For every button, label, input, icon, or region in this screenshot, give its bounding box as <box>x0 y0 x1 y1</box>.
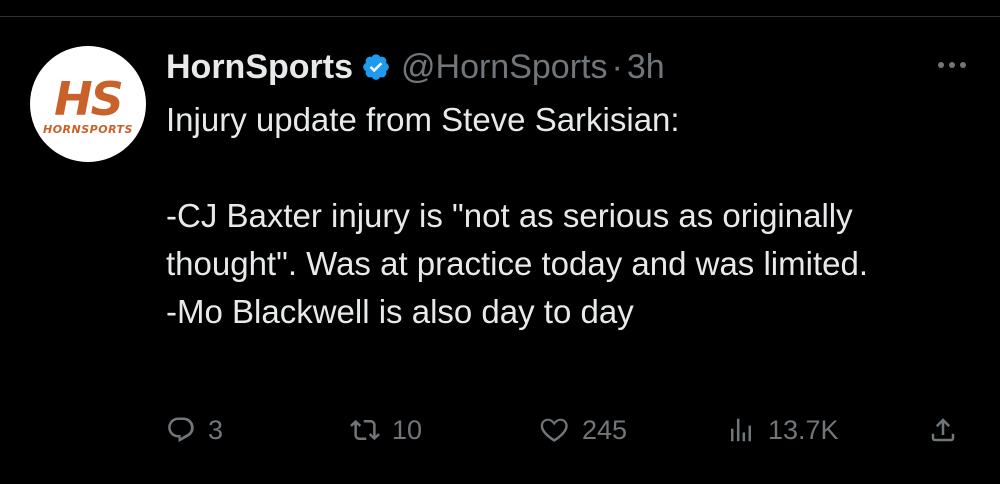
separator-dot: · <box>611 47 623 86</box>
retweet-button[interactable]: 10 <box>350 408 422 452</box>
avatar-logo-monogram: HS <box>54 71 124 126</box>
action-bar: 3 10 245 13.7K <box>166 408 976 452</box>
views-icon <box>731 418 751 442</box>
avatar[interactable]: HS HORNSPORTS <box>30 46 146 162</box>
like-button[interactable]: 245 <box>540 408 627 452</box>
views-button[interactable]: 13.7K <box>726 408 839 452</box>
verified-badge-icon[interactable] <box>361 52 391 82</box>
share-icon <box>931 418 955 442</box>
tweet-header: HornSports @HornSports · 3h <box>166 42 665 92</box>
handle[interactable]: @HornSports <box>401 48 607 87</box>
retweet-count: 10 <box>392 414 423 445</box>
heart-icon <box>540 418 568 442</box>
tweet-line: Injury update from Steve Sarkisian: <box>166 101 680 138</box>
views-count: 13.7K <box>768 414 839 445</box>
tweet-card[interactable]: HS HORNSPORTS HornSports @HornSports · 3… <box>0 0 1000 484</box>
retweet-icon <box>350 419 380 441</box>
tweet-line: -CJ Baxter injury is "not as serious as … <box>166 197 869 282</box>
share-button[interactable] <box>928 408 958 452</box>
display-name[interactable]: HornSports <box>166 48 353 87</box>
reply-icon <box>168 417 194 443</box>
more-options-icon[interactable] <box>938 62 966 68</box>
reply-button[interactable]: 3 <box>166 408 223 452</box>
tweet-blank-line <box>166 144 976 192</box>
like-count: 245 <box>582 414 628 445</box>
tweet-text: Injury update from Steve Sarkisian: -CJ … <box>166 96 976 336</box>
avatar-logo-word: HORNSPORTS <box>43 122 133 136</box>
reply-count: 3 <box>208 414 224 445</box>
timestamp[interactable]: 3h <box>627 48 665 87</box>
tweet-line: -Mo Blackwell is also day to day <box>166 293 634 330</box>
